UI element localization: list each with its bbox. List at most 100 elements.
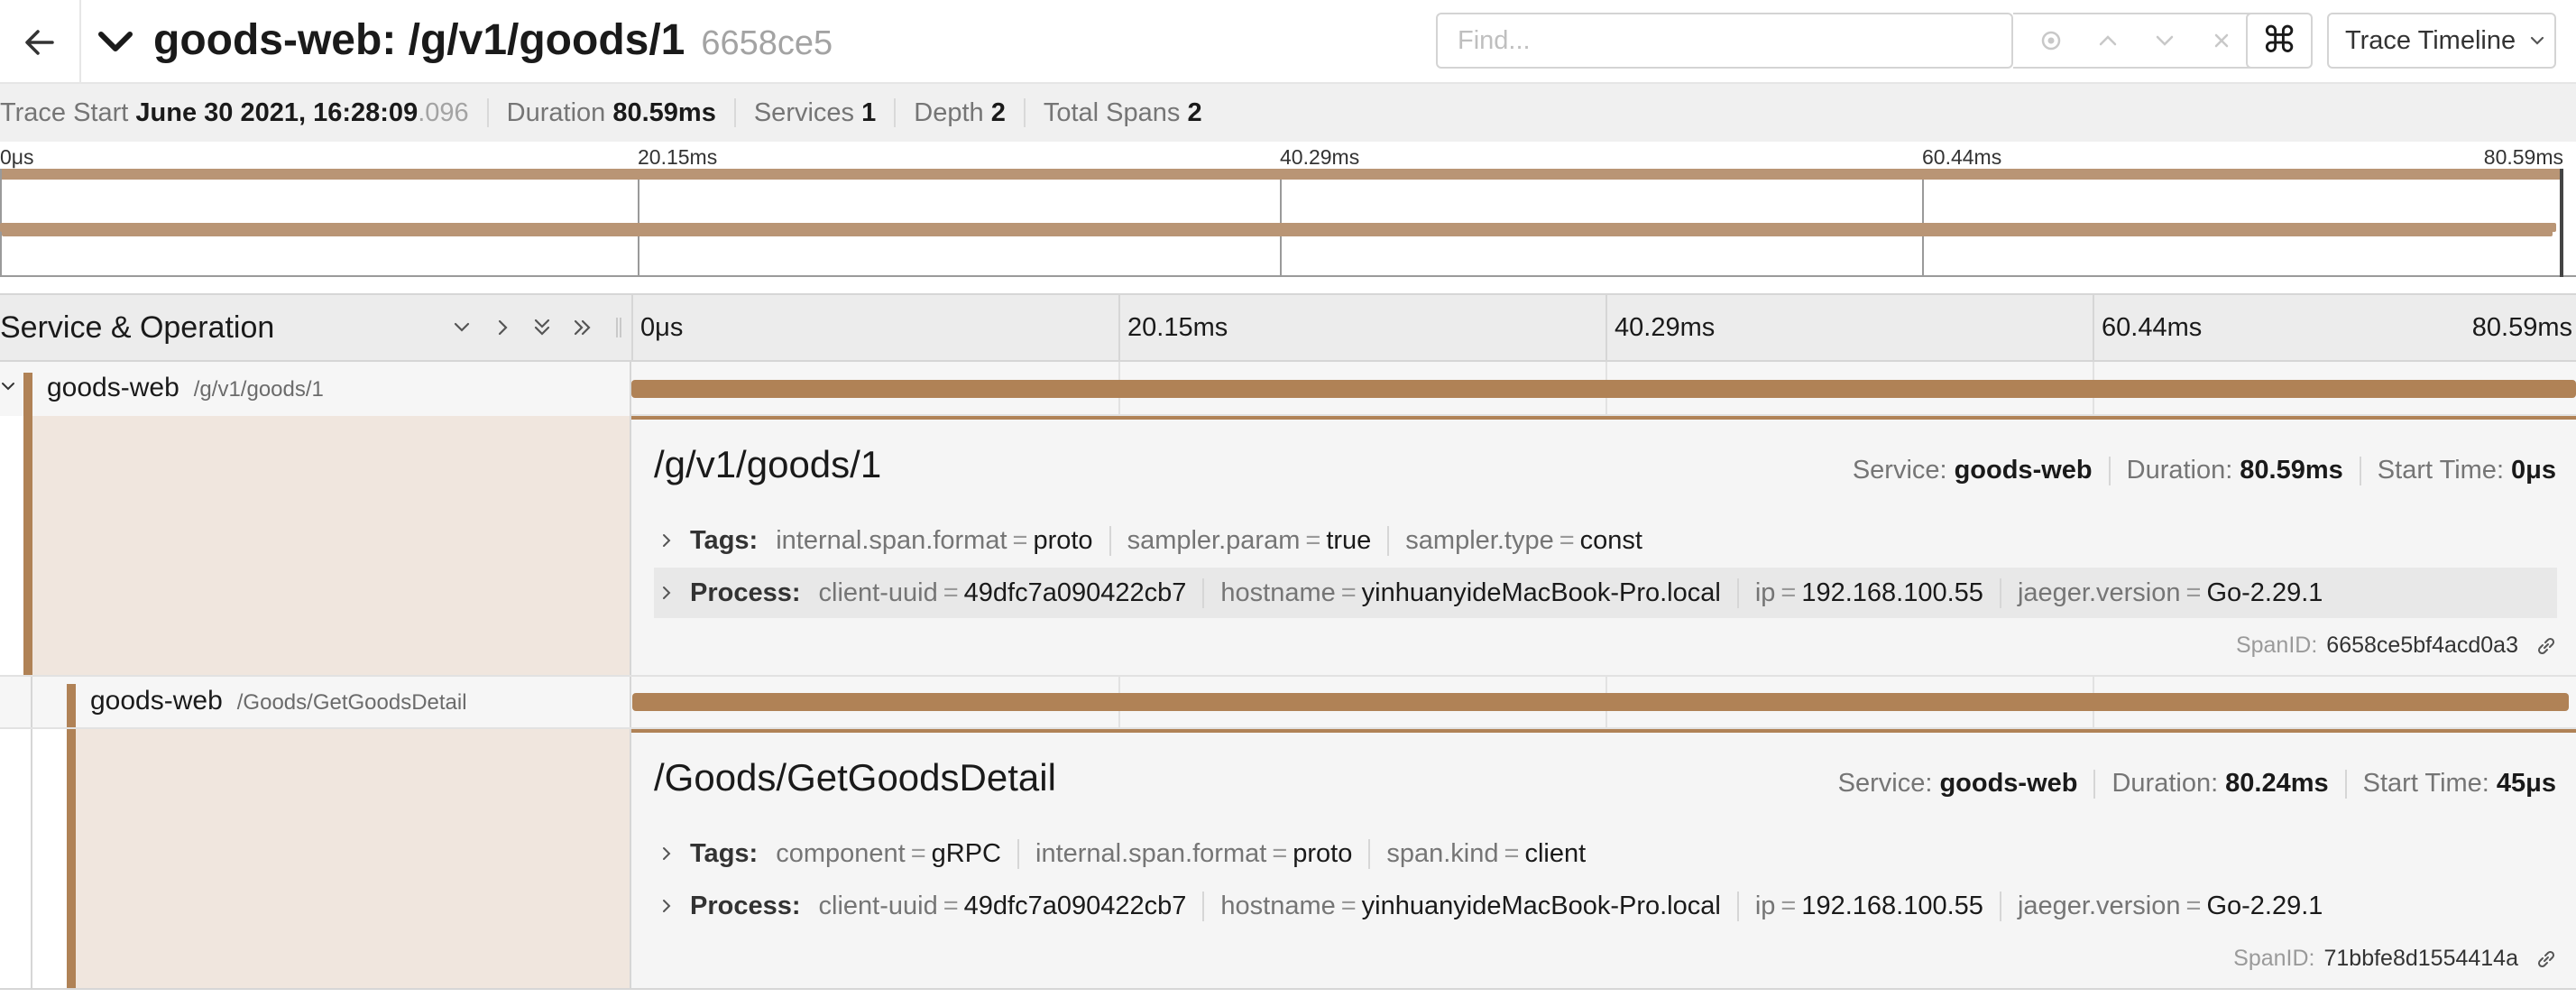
arrow-left-icon: [22, 24, 58, 60]
process-pair: client-uuid = 49dfc7a090422cb7: [819, 577, 1205, 608]
span-row[interactable]: goods-web /Goods/GetGoodsDetail: [0, 675, 2576, 729]
minimap-tick: 0μs: [0, 145, 34, 169]
find-box: [1436, 13, 2015, 69]
span-id: SpanID: 71bbfe8d1554414a: [2233, 946, 2558, 972]
duration-meta-label: Duration:: [2126, 456, 2233, 485]
equals: =: [1340, 891, 1357, 920]
process-value: Go-2.29.1: [2206, 577, 2323, 607]
trace-depth: Depth 2: [896, 98, 1026, 127]
tags-label: Tags:: [690, 838, 759, 868]
span-bar[interactable]: [631, 380, 2576, 398]
process-value: 192.168.100.55: [1801, 891, 1983, 920]
detail-top-rule: [631, 416, 2576, 420]
trace-name: goods-web: /g/v1/goods/1: [153, 16, 685, 64]
span-detail: /g/v1/goods/1 Service: goods-web Duration…: [631, 416, 2576, 675]
equals: =: [910, 838, 926, 868]
service-meta-label: Service:: [1852, 456, 1947, 485]
span-meta: Service: goods-web Duration: 80.24ms Start…: [1838, 769, 2556, 799]
start-meta-label: Start Time:: [2377, 456, 2504, 485]
service-meta-label: Service:: [1837, 769, 1933, 798]
span-label: goods-web /g/v1/goods/1: [47, 373, 324, 405]
start-meta-value: 45μs: [2496, 769, 2556, 798]
detail-top-rule: [631, 729, 2576, 733]
span-timeline-cell[interactable]: [631, 362, 2576, 416]
collapse-one-icon[interactable]: [446, 311, 478, 344]
chevron-up-icon[interactable]: [2092, 24, 2124, 57]
start-meta-value: 0μs: [2511, 456, 2556, 485]
process-value: yinhuanyideMacBook-Pro.local: [1361, 577, 1721, 607]
service-meta-value: goods-web: [1954, 456, 2093, 485]
span-name-cell[interactable]: goods-web /g/v1/goods/1: [0, 362, 631, 416]
tags-row[interactable]: Tags: internal.span.format = proto sampler…: [654, 515, 2557, 566]
chevron-down-icon[interactable]: [96, 22, 135, 61]
tag-key: sampler.param: [1127, 525, 1301, 555]
span-bar[interactable]: [632, 693, 2569, 711]
span-timeline-cell[interactable]: [631, 677, 2576, 727]
tag-value: gRPC: [931, 838, 1001, 868]
minimap-tick: 20.15ms: [638, 145, 718, 169]
timeline-tick: 20.15ms: [1127, 313, 1228, 342]
span-id-label: SpanID:: [2233, 946, 2315, 971]
link-icon[interactable]: [2535, 947, 2558, 971]
minimap-end-handle[interactable]: [2560, 169, 2563, 277]
minimap-tick: 60.44ms: [1922, 145, 2002, 169]
chevron-down-icon[interactable]: [2148, 24, 2181, 57]
trace-start-label: Trace Start: [0, 98, 129, 127]
service-color-bar: [23, 416, 32, 675]
equals: =: [943, 891, 959, 920]
chevron-right-icon[interactable]: [654, 585, 679, 601]
find-input[interactable]: [1438, 14, 2015, 67]
service-color-bar: [67, 729, 76, 988]
chevron-right-icon[interactable]: [654, 898, 679, 914]
process-row[interactable]: Process: client-uuid = 49dfc7a090422cb7 ho…: [654, 568, 2557, 618]
column-title: Service & Operation: [0, 310, 275, 345]
close-icon[interactable]: [2205, 24, 2238, 57]
table-bottom: [0, 988, 2576, 1007]
expand-one-icon[interactable]: [486, 311, 519, 344]
span-id: SpanID: 6658ce5bf4acd0a3: [2236, 633, 2558, 659]
span-detail: /Goods/GetGoodsDetail Service: goods-web …: [631, 729, 2576, 988]
process-pair: ip = 192.168.100.55: [1755, 891, 2001, 921]
span-detail-left-gutter: [0, 416, 631, 675]
separator: [2344, 769, 2347, 799]
duration-label: Duration: [506, 98, 606, 127]
process-key: hostname: [1220, 577, 1336, 607]
process-pair: jaeger.version = Go-2.29.1: [2018, 892, 2339, 921]
timeline-tick: 40.29ms: [1615, 313, 1716, 342]
collapse-all-icon[interactable]: [526, 311, 558, 344]
tags-row[interactable]: Tags: component = gRPC internal.span.forma…: [654, 828, 2557, 879]
span-detail-left-gutter: [0, 729, 631, 988]
chevron-right-icon[interactable]: [654, 532, 679, 549]
process-key: client-uuid: [818, 891, 938, 920]
equals: =: [1012, 525, 1028, 555]
trace-total-spans: Total Spans 2: [1026, 98, 1220, 127]
span-name-cell[interactable]: goods-web /Goods/GetGoodsDetail: [0, 677, 631, 727]
separator: [2359, 456, 2361, 485]
services-label: Services: [753, 98, 855, 127]
minimap-tick: 80.59ms: [2483, 145, 2563, 169]
process-pair: hostname = yinhuanyideMacBook-Pro.local: [1220, 891, 1739, 921]
trace-start: Trace Start June 30 2021, 16:28:09.096: [0, 98, 489, 127]
tag-pair: sampler.type = const: [1405, 526, 1659, 556]
tag-pair: sampler.param = true: [1127, 525, 1390, 556]
chevron-down-icon[interactable]: [0, 378, 16, 394]
process-row[interactable]: Process: client-uuid = 49dfc7a090422cb7 ho…: [654, 881, 2557, 931]
process-value: 192.168.100.55: [1801, 577, 1983, 607]
chevron-right-icon[interactable]: [654, 845, 679, 862]
tag-pair: span.kind = client: [1386, 839, 1602, 869]
span-meta: Service: goods-web Duration: 80.59ms Start…: [1853, 456, 2556, 485]
process-pair: client-uuid = 49dfc7a090422cb7: [818, 891, 1205, 921]
span-row[interactable]: goods-web /g/v1/goods/1: [0, 362, 2576, 416]
process-label: Process:: [690, 891, 801, 920]
span-detail-title: /g/v1/goods/1: [654, 443, 882, 485]
locate-icon[interactable]: [2035, 24, 2067, 57]
command-icon: ⌘: [2261, 21, 2297, 60]
view-mode-select[interactable]: Trace Timeline: [2327, 13, 2556, 69]
equals: =: [2185, 577, 2202, 607]
link-icon[interactable]: [2535, 634, 2558, 658]
back-button[interactable]: [0, 0, 81, 84]
trace-minimap[interactable]: 0μs 20.15ms 40.29ms 60.44ms 80.59ms: [0, 142, 2576, 277]
expand-all-icon[interactable]: [566, 311, 599, 344]
keyboard-shortcuts-button[interactable]: ⌘: [2246, 13, 2313, 69]
column-resize-handle[interactable]: [613, 295, 624, 360]
